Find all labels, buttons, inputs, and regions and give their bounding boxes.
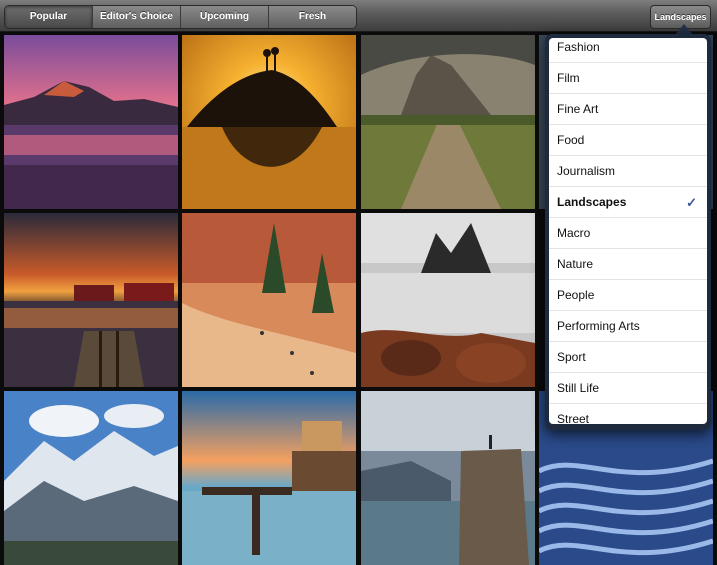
category-item-street[interactable]: Street — [549, 404, 707, 424]
category-item-nature[interactable]: Nature — [549, 249, 707, 280]
photo-red-canyon — [182, 213, 356, 387]
photo-thumbnail[interactable] — [4, 213, 178, 387]
category-item-still-life[interactable]: Still Life — [549, 373, 707, 404]
category-label: Food — [557, 133, 585, 147]
category-label: Performing Arts — [557, 319, 640, 333]
photo-thumbnail[interactable] — [361, 391, 535, 565]
category-item-film[interactable]: Film — [549, 63, 707, 94]
tab-upcoming[interactable]: Upcoming — [181, 6, 269, 28]
photo-golden-rock-island — [182, 35, 356, 209]
category-label: Sport — [557, 350, 586, 364]
photo-pink-sunset-mountain — [4, 35, 178, 209]
feed-segmented-control: Popular Editor's Choice Upcoming Fresh — [4, 5, 357, 29]
category-label: Film — [557, 71, 580, 85]
category-label: Journalism — [557, 164, 616, 178]
category-label: Street — [557, 412, 590, 424]
category-item-food[interactable]: Food — [549, 125, 707, 156]
category-label: Fine Art — [557, 102, 599, 116]
photo-fjord-cliff — [361, 391, 535, 565]
category-label: Fashion — [557, 40, 600, 54]
tab-fresh[interactable]: Fresh — [269, 6, 356, 28]
category-item-performing-arts[interactable]: Performing Arts — [549, 311, 707, 342]
photo-thumbnail[interactable] — [182, 213, 356, 387]
category-item-landscapes[interactable]: Landscapes ✓ — [549, 187, 707, 218]
photo-road-to-mountain — [361, 35, 535, 209]
category-item-macro[interactable]: Macro — [549, 218, 707, 249]
category-label: Nature — [557, 257, 594, 271]
category-label: Landscapes — [557, 195, 627, 209]
category-item-fine-art[interactable]: Fine Art — [549, 94, 707, 125]
category-list: Fashion Film Fine Art Food Journalism La… — [549, 38, 707, 424]
photo-snowy-mountains — [4, 391, 178, 565]
photo-thumbnail[interactable] — [361, 213, 535, 387]
photo-ocean-pool — [182, 391, 356, 565]
category-item-sport[interactable]: Sport — [549, 342, 707, 373]
category-label: Macro — [557, 226, 591, 240]
tab-popular[interactable]: Popular — [5, 6, 93, 28]
category-popover: Fashion Film Fine Art Food Journalism La… — [545, 34, 711, 430]
top-toolbar: Popular Editor's Choice Upcoming Fresh L… — [0, 0, 717, 32]
photo-sea-stacks — [361, 213, 535, 387]
checkmark-icon: ✓ — [686, 195, 697, 210]
photo-thumbnail[interactable] — [361, 35, 535, 209]
category-label: People — [557, 288, 595, 302]
category-item-people[interactable]: People — [549, 280, 707, 311]
photo-thumbnail[interactable] — [182, 391, 356, 565]
photo-harbor-sunset — [4, 213, 178, 387]
category-item-fashion[interactable]: Fashion — [549, 38, 707, 63]
tab-editors-choice[interactable]: Editor's Choice — [93, 6, 181, 28]
category-label: Still Life — [557, 381, 600, 395]
photo-thumbnail[interactable] — [4, 391, 178, 565]
category-item-journalism[interactable]: Journalism — [549, 156, 707, 187]
photo-thumbnail[interactable] — [4, 35, 178, 209]
photo-thumbnail[interactable] — [182, 35, 356, 209]
